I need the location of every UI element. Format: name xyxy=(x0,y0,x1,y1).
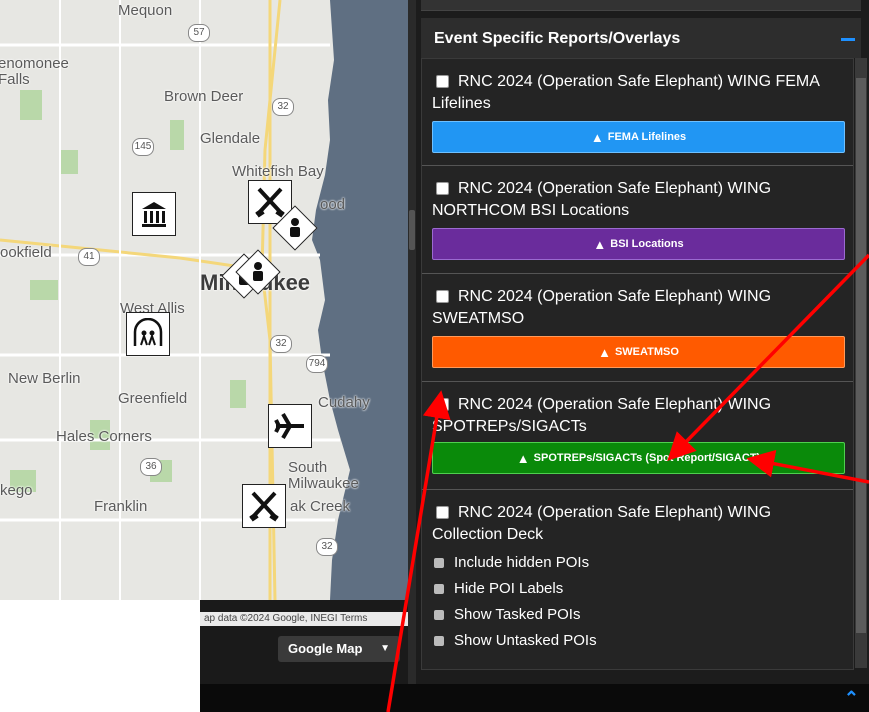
overlay-list: RNC 2024 (Operation Safe Elephant) WING … xyxy=(421,58,854,670)
overlay-name: RNC 2024 (Operation Safe Elephant) WING … xyxy=(432,504,772,543)
caret-down-icon: ▼ xyxy=(380,643,390,654)
section-title: Event Specific Reports/Overlays xyxy=(434,30,681,47)
list-item: RNC 2024 (Operation Safe Elephant) WING … xyxy=(422,490,853,668)
map-label-menomonee-falls: enomonee Falls xyxy=(0,55,69,88)
section-header[interactable]: Event Specific Reports/Overlays xyxy=(421,18,861,58)
overlay-name: RNC 2024 (Operation Safe Elephant) WING … xyxy=(432,396,772,435)
map-label-greenfield: Greenfield xyxy=(118,390,188,407)
museum-icon[interactable] xyxy=(132,192,176,236)
option-checkbox[interactable] xyxy=(434,610,444,621)
map-label-franklin: Franklin xyxy=(94,498,148,515)
route-shield: 57 xyxy=(188,24,210,42)
airport-icon[interactable] xyxy=(268,404,312,448)
route-shield: 145 xyxy=(132,138,154,156)
overlay-name: RNC 2024 (Operation Safe Elephant) WING … xyxy=(432,180,772,219)
option-checkbox[interactable] xyxy=(434,558,444,569)
map-label-shorewood: ood xyxy=(320,196,346,213)
splitter-handle[interactable] xyxy=(409,210,415,250)
map-label-hales-corners: Hales Corners xyxy=(56,428,152,445)
map-label-muskego: kego xyxy=(0,482,33,499)
option-hide-labels[interactable]: Hide POI Labels xyxy=(434,580,563,597)
map-label-mequon: Mequon xyxy=(118,2,173,19)
crossed-rifles-icon[interactable] xyxy=(242,484,286,528)
list-item: RNC 2024 (Operation Safe Elephant) WING … xyxy=(422,274,853,382)
map-label-new-berlin: New Berlin xyxy=(8,370,81,387)
chevron-up-icon[interactable]: ⌃ xyxy=(844,688,859,709)
route-shield: 794 xyxy=(306,355,328,373)
overlay-name: RNC 2024 (Operation Safe Elephant) WING … xyxy=(432,73,820,112)
map-label-cudahy: Cudahy xyxy=(318,394,370,411)
route-shield: 32 xyxy=(272,98,294,116)
report-button[interactable]: ▲ FEMA Lifelines xyxy=(432,121,845,153)
map-label-brookfield: ookfield xyxy=(0,244,52,261)
report-button[interactable]: ▲ BSI Locations xyxy=(432,228,845,260)
map-label-south-milwaukee: South Milwaukee xyxy=(288,459,359,492)
map-label-oak-creek: ak Creek xyxy=(290,498,351,515)
map-view[interactable]: Mequon enomonee Falls Brown Deer Glendal… xyxy=(0,0,408,600)
route-shield: 36 xyxy=(140,458,162,476)
report-button[interactable]: ▲ SPOTREPs/SIGACTs (Spot Report/SIGACT) xyxy=(432,442,845,474)
list-item: RNC 2024 (Operation Safe Elephant) WING … xyxy=(422,59,853,166)
option-show-untasked[interactable]: Show Untasked POIs xyxy=(434,632,597,649)
collapse-icon[interactable] xyxy=(841,38,855,41)
list-item: RNC 2024 (Operation Safe Elephant) WING … xyxy=(422,382,853,490)
route-shield: 41 xyxy=(78,248,100,266)
previous-section-header[interactable] xyxy=(421,0,861,11)
panel-splitter[interactable] xyxy=(408,0,416,684)
shelter-icon[interactable] xyxy=(126,312,170,356)
option-checkbox[interactable] xyxy=(434,584,444,595)
map-label-glendale: Glendale xyxy=(200,130,261,147)
warning-icon: ▲ xyxy=(593,236,607,252)
route-shield: 32 xyxy=(316,538,338,556)
warning-icon: ▲ xyxy=(590,129,604,145)
map-label-brown-deer: Brown Deer xyxy=(164,88,244,105)
route-shield: 32 xyxy=(270,335,292,353)
scrollbar-thumb[interactable] xyxy=(856,78,866,633)
warning-icon: ▲ xyxy=(598,344,611,360)
map-attribution[interactable]: ap data ©2024 Google, INEGI Terms xyxy=(200,612,409,626)
option-checkbox[interactable] xyxy=(434,636,444,647)
list-item: RNC 2024 (Operation Safe Elephant) WING … xyxy=(422,166,853,274)
report-button[interactable]: ▲ SWEATMSO xyxy=(432,336,845,368)
option-show-tasked[interactable]: Show Tasked POIs xyxy=(434,606,580,623)
bottom-bar: ⌃ xyxy=(200,684,869,712)
overlay-name: RNC 2024 (Operation Safe Elephant) WING … xyxy=(432,288,772,327)
option-include-hidden[interactable]: Include hidden POIs xyxy=(434,554,589,571)
map-type-label: Google Map xyxy=(288,641,363,656)
warning-icon: ▲ xyxy=(516,450,530,466)
map-type-dropdown[interactable]: Google Map ▼ xyxy=(278,636,400,662)
scrollbar[interactable] xyxy=(855,58,867,668)
map-label-whitefish-bay: Whitefish Bay xyxy=(232,163,324,180)
